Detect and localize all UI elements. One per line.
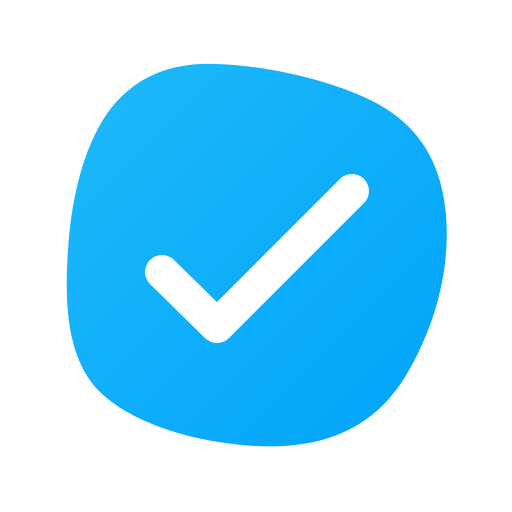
app-icon-graphic [66,63,447,447]
squircle-background [66,63,447,447]
app-icon [0,0,512,512]
